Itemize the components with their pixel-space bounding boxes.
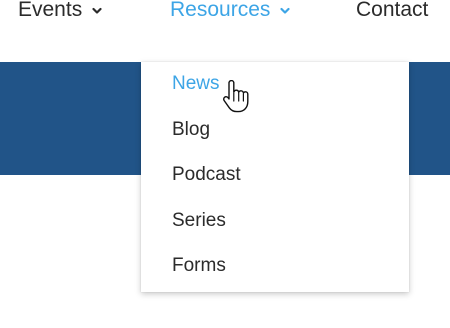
nav-item-contact[interactable]: Contact — [356, 0, 428, 25]
nav-item-label: Contact — [356, 0, 429, 21]
nav-item-label: Resources — [170, 0, 271, 21]
main-nav: Events Resources Contact — [0, 0, 450, 62]
dropdown-item-blog[interactable]: Blog — [172, 118, 210, 142]
dropdown-item-series[interactable]: Series — [172, 209, 226, 233]
resources-dropdown-menu: News Blog Podcast Series Forms — [141, 62, 409, 292]
dropdown-item-podcast[interactable]: Podcast — [172, 163, 241, 187]
nav-item-label: Events — [18, 0, 83, 21]
nav-item-events[interactable]: Events — [18, 0, 102, 25]
dropdown-item-news[interactable]: News — [172, 72, 220, 96]
chevron-down-icon — [92, 6, 102, 16]
dropdown-item-forms[interactable]: Forms — [172, 254, 226, 278]
chevron-down-icon — [280, 6, 290, 16]
nav-item-resources[interactable]: Resources — [170, 0, 290, 25]
